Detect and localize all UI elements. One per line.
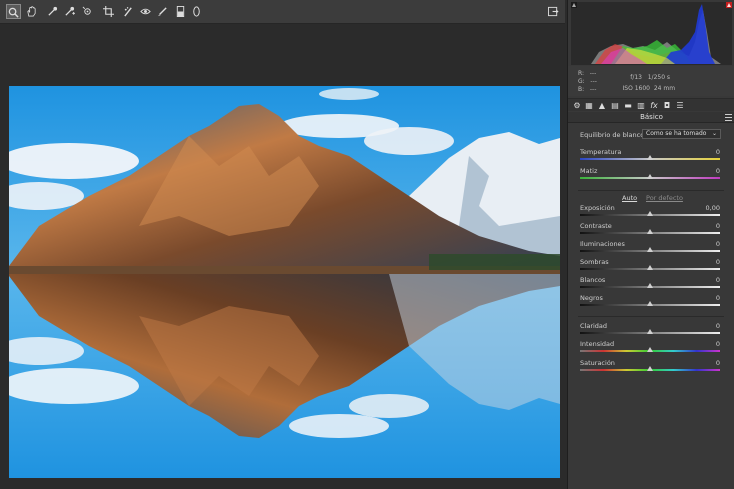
slider-claridad[interactable]: Claridad 0: [580, 322, 720, 338]
slider-thumb[interactable]: [647, 211, 653, 216]
slider-exposición[interactable]: Exposición 0,00: [580, 204, 720, 220]
hsl-tab-icon[interactable]: ▤: [610, 101, 620, 110]
slider-value[interactable]: 0: [716, 276, 720, 284]
divider: [578, 316, 724, 317]
export-icon[interactable]: [546, 4, 561, 19]
section-title: Básico: [568, 112, 734, 123]
slider-value[interactable]: 0: [716, 322, 720, 330]
slider-value[interactable]: 0: [716, 258, 720, 266]
image-canvas[interactable]: [0, 24, 567, 489]
chevron-down-icon: ⌄: [711, 130, 717, 137]
slider-iluminaciones[interactable]: Iluminaciones 0: [580, 240, 720, 256]
slider-temperatura[interactable]: Temperatura 0: [580, 148, 720, 164]
slider-thumb[interactable]: [647, 155, 653, 160]
basic-tab-icon[interactable]: ⚙: [572, 101, 582, 110]
camera-info: R: --- G: --- B: --- f/13 1/250 s ISO 16…: [568, 66, 734, 96]
slider-label: Exposición: [580, 204, 615, 212]
slider-label: Sombras: [580, 258, 609, 266]
slider-label: Iluminaciones: [580, 240, 625, 248]
divider: [578, 190, 724, 191]
radial-filter-icon[interactable]: [189, 4, 204, 19]
slider-thumb[interactable]: [647, 347, 653, 352]
slider-label: Claridad: [580, 322, 608, 330]
hand-icon[interactable]: [24, 4, 39, 19]
slider-thumb[interactable]: [647, 301, 653, 306]
target-adjust-icon[interactable]: [80, 4, 95, 19]
shutter-speed: 1/250 s: [647, 74, 671, 81]
slider-thumb[interactable]: [647, 265, 653, 270]
slider-matiz[interactable]: Matiz 0: [580, 167, 720, 183]
adjustment-brush-icon[interactable]: [155, 4, 170, 19]
tone-curve-tab-icon[interactable]: ▦: [584, 101, 594, 110]
panel-menu-icon[interactable]: [725, 114, 732, 121]
slider-value[interactable]: 0: [716, 240, 720, 248]
default-link[interactable]: Por defecto: [646, 194, 683, 202]
mountain-reflection-image: [9, 86, 560, 478]
exposure-info: f/13 1/250 s ISO 1600 24 mm: [620, 72, 676, 94]
slider-sombras[interactable]: Sombras 0: [580, 258, 720, 274]
slider-label: Matiz: [580, 167, 598, 175]
color-sampler-icon[interactable]: [62, 4, 77, 19]
spot-removal-icon[interactable]: [121, 4, 136, 19]
white-balance-label: Equilibrio de blancos:: [580, 131, 650, 139]
zoom-icon[interactable]: [6, 4, 21, 19]
histogram: [571, 2, 732, 65]
slider-thumb[interactable]: [647, 283, 653, 288]
camera-calibration-tab-icon[interactable]: ◘: [662, 101, 672, 110]
white-balance-icon[interactable]: [45, 4, 60, 19]
slider-label: Intensidad: [580, 340, 615, 348]
lens-tab-icon[interactable]: ▥: [636, 101, 646, 110]
panel-tabs: ⚙ ▦ ▲ ▤ ▬ ▥ fx ◘ ☰: [568, 98, 734, 111]
focal-length: 24 mm: [653, 85, 676, 92]
toolbar: [0, 0, 565, 24]
iso: ISO 1600: [622, 85, 650, 92]
slider-blancos[interactable]: Blancos 0: [580, 276, 720, 292]
white-balance-select[interactable]: Como se ha tomado ⌄: [642, 129, 721, 139]
slider-value[interactable]: 0: [716, 167, 720, 175]
slider-value[interactable]: 0: [716, 294, 720, 302]
graduated-filter-icon[interactable]: [173, 4, 188, 19]
slider-thumb[interactable]: [647, 229, 653, 234]
presets-tab-icon[interactable]: ☰: [675, 101, 685, 110]
slider-value[interactable]: 0: [716, 148, 720, 156]
slider-intensidad[interactable]: Intensidad 0: [580, 340, 720, 356]
effects-tab-icon[interactable]: fx: [649, 101, 659, 110]
slider-negros[interactable]: Negros 0: [580, 294, 720, 310]
right-panel: R: --- G: --- B: --- f/13 1/250 s ISO 16…: [567, 0, 734, 489]
slider-value[interactable]: 0: [716, 359, 720, 367]
auto-link[interactable]: Auto: [622, 194, 637, 202]
slider-thumb[interactable]: [647, 366, 653, 371]
slider-label: Temperatura: [580, 148, 622, 156]
slider-saturación[interactable]: Saturación 0: [580, 359, 720, 375]
red-eye-icon[interactable]: [138, 4, 153, 19]
slider-value[interactable]: 0: [716, 222, 720, 230]
slider-thumb[interactable]: [647, 174, 653, 179]
slider-contraste[interactable]: Contraste 0: [580, 222, 720, 238]
detail-tab-icon[interactable]: ▲: [597, 101, 607, 110]
rgb-readout: R: --- G: --- B: ---: [578, 70, 597, 93]
slider-label: Contraste: [580, 222, 612, 230]
photo-preview[interactable]: [9, 86, 560, 478]
split-toning-tab-icon[interactable]: ▬: [623, 101, 633, 110]
slider-thumb[interactable]: [647, 247, 653, 252]
slider-label: Blancos: [580, 276, 606, 284]
aperture: f/13: [630, 74, 642, 81]
slider-thumb[interactable]: [647, 329, 653, 334]
slider-label: Negros: [580, 294, 603, 302]
crop-icon[interactable]: [101, 4, 116, 19]
slider-value[interactable]: 0,00: [706, 204, 720, 212]
slider-label: Saturación: [580, 359, 615, 367]
slider-value[interactable]: 0: [716, 340, 720, 348]
